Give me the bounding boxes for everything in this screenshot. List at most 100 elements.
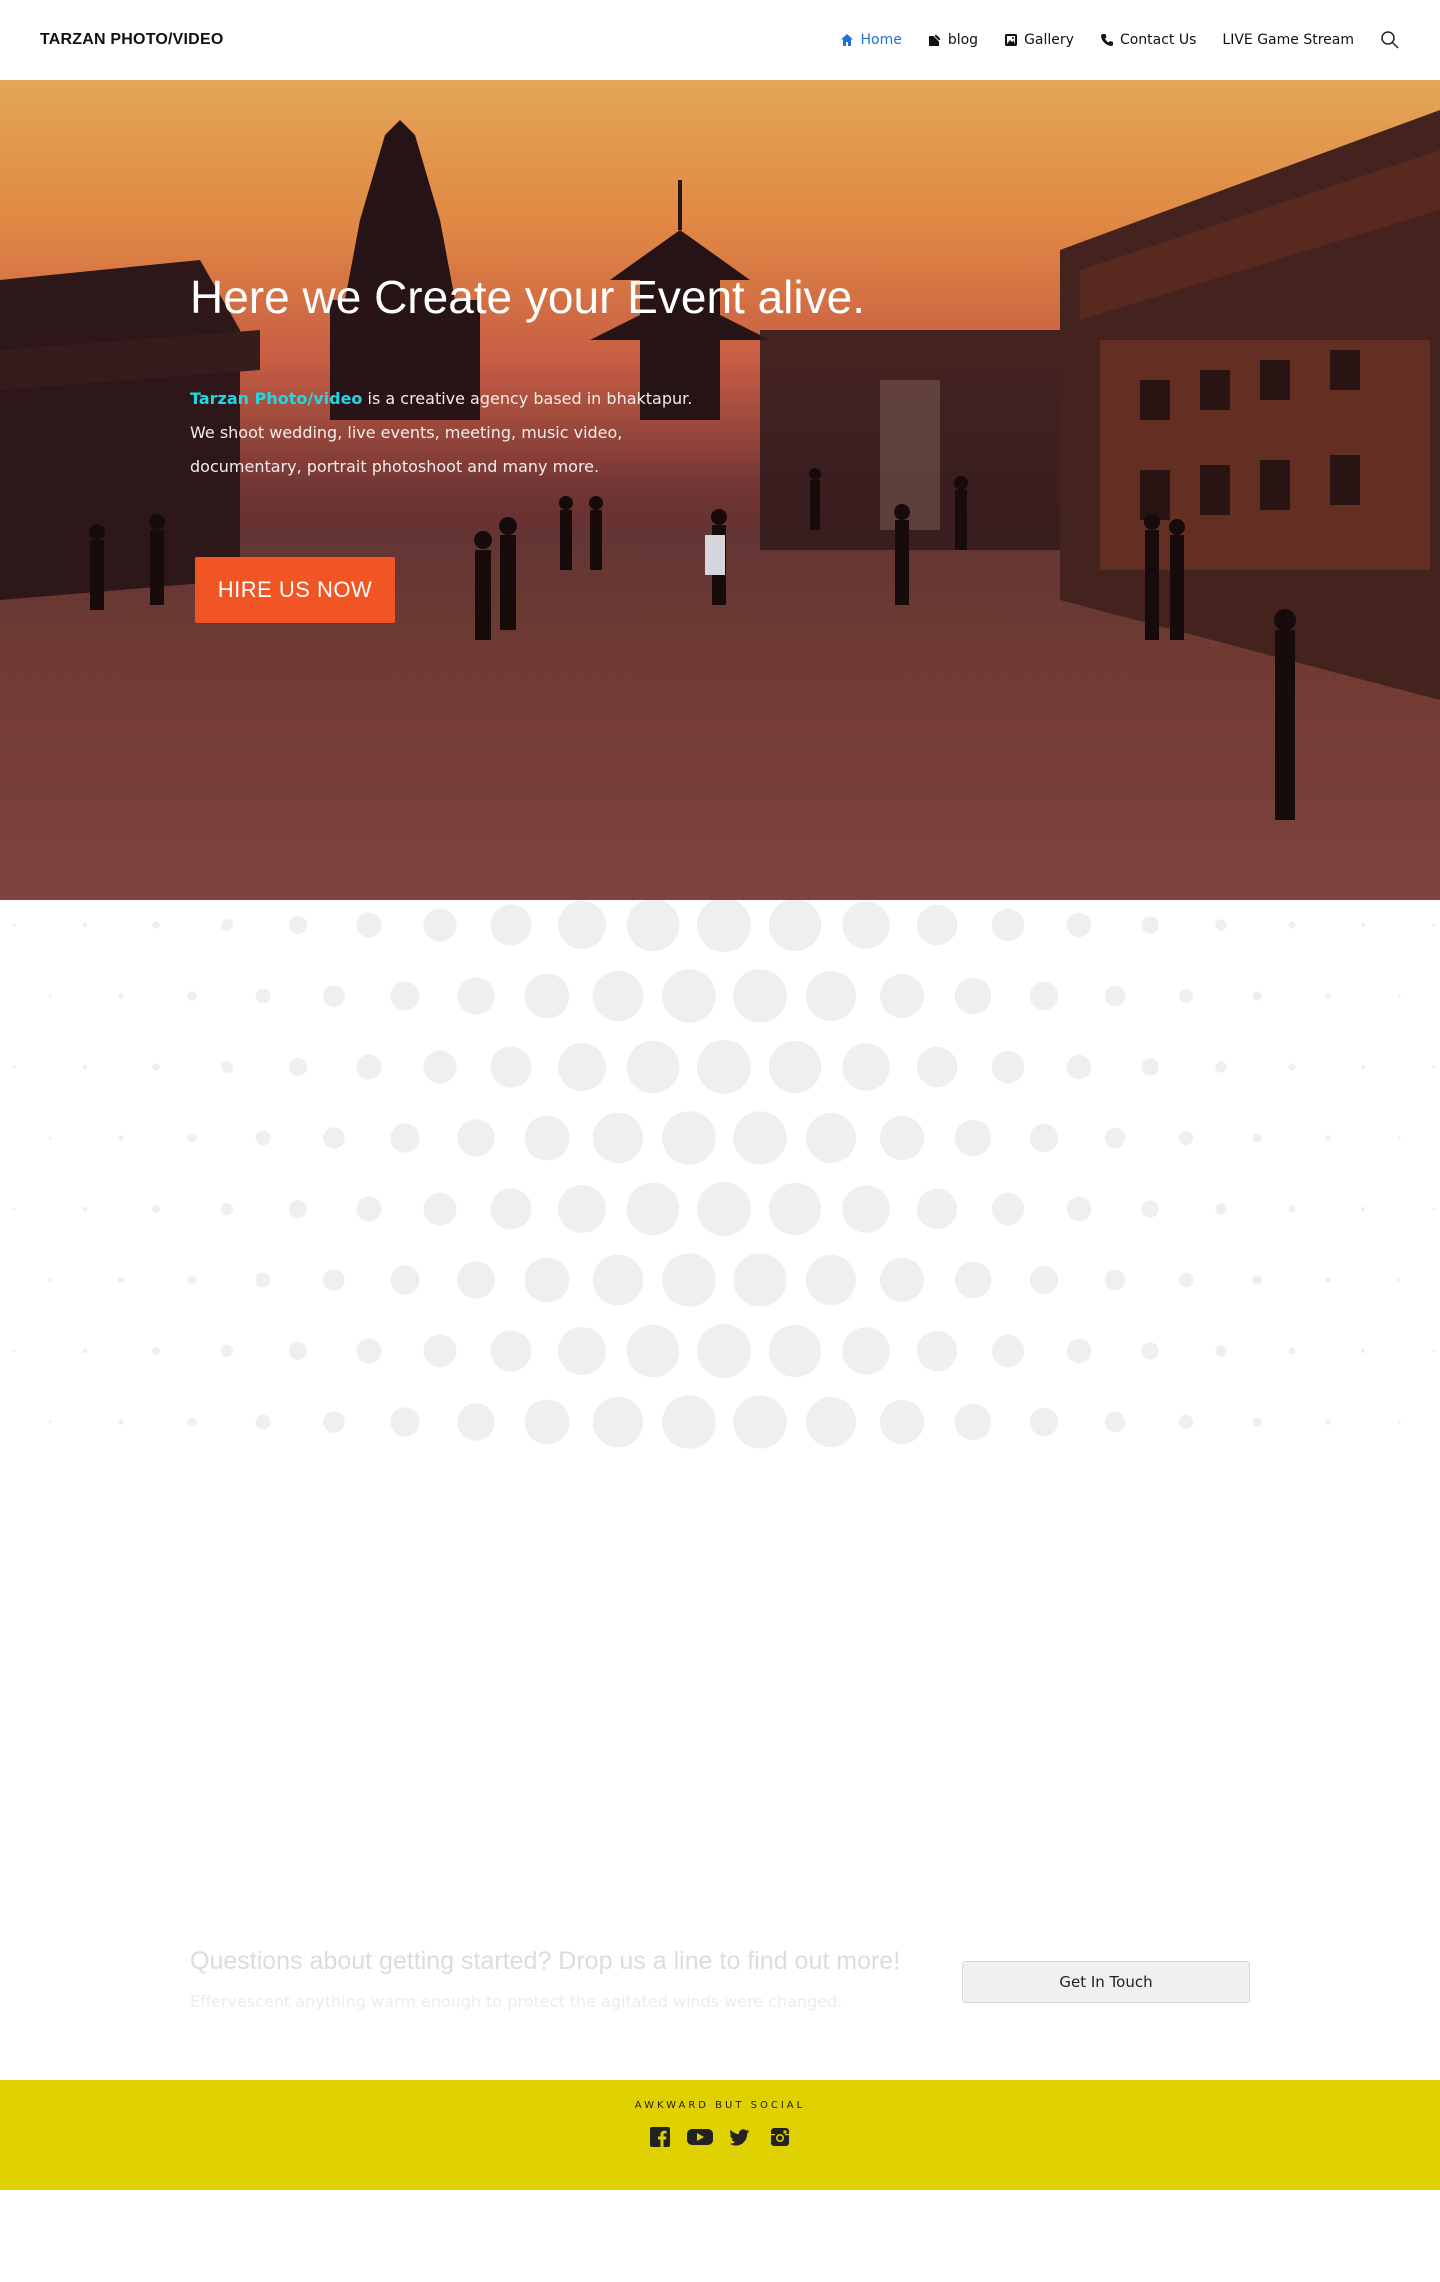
decorative-dot <box>152 1347 160 1355</box>
twitter-link[interactable] <box>727 2126 753 2148</box>
decorative-dot <box>806 1397 856 1447</box>
decorative-dot <box>842 1043 890 1091</box>
decorative-dot <box>733 969 787 1023</box>
get-in-touch-button[interactable]: Get In Touch <box>962 1961 1250 2003</box>
decorative-dot <box>697 1182 751 1236</box>
nav-label: blog <box>947 32 979 48</box>
decorative-dot <box>490 1330 532 1372</box>
decorative-dot <box>289 1200 307 1218</box>
decorative-dot <box>1397 994 1401 998</box>
decorative-dot <box>733 1111 787 1165</box>
nav-item-live-stream[interactable]: LIVE Game Stream <box>1222 32 1354 48</box>
decorative-dot <box>1104 985 1126 1007</box>
hire-us-button[interactable]: HIRE US NOW <box>195 557 395 623</box>
decorative-dot <box>768 1182 822 1236</box>
decorative-dot <box>356 1054 382 1080</box>
decorative-dot <box>954 1261 992 1299</box>
decorative-dot <box>880 1400 924 1444</box>
decorative-dot <box>1066 1338 1092 1364</box>
hero-line-3: documentary, portrait photoshoot and man… <box>190 457 600 476</box>
decorative-dot <box>1360 1064 1366 1070</box>
decorative-dot <box>768 1040 822 1094</box>
decorative-dot <box>1432 1207 1436 1211</box>
hero-section: Here we Create your Event alive. Tarzan … <box>0 80 1440 900</box>
decorative-dot <box>1066 912 1092 938</box>
decorative-dot <box>1252 1133 1262 1143</box>
decorative-dot <box>954 1403 992 1441</box>
decorative-dot <box>152 921 160 929</box>
footer-label: AWKWARD BUT SOCIAL <box>634 2100 806 2111</box>
hero-description: Tarzan Photo/video is a creative agency … <box>190 382 750 484</box>
decorative-dot <box>662 969 716 1023</box>
search-icon[interactable] <box>1380 30 1400 50</box>
decorative-dot <box>733 1253 787 1307</box>
decorative-dot <box>490 1188 532 1230</box>
decorative-dot <box>1252 991 1262 1001</box>
decorative-dot <box>1252 1417 1262 1427</box>
decorative-dot <box>991 1050 1025 1084</box>
decorative-dot <box>558 1185 606 1233</box>
facebook-link[interactable] <box>647 2126 673 2148</box>
decorative-dot <box>423 1050 457 1084</box>
decorative-dot <box>1178 1414 1194 1430</box>
instagram-icon <box>771 2128 789 2146</box>
instagram-link[interactable] <box>767 2126 793 2148</box>
decorative-dot <box>916 1330 958 1372</box>
decorative-dot <box>255 1130 271 1146</box>
decorative-dot <box>1288 921 1296 929</box>
cta-heading: Questions about getting started? Drop us… <box>190 1947 901 1975</box>
decorative-dot <box>1029 1265 1059 1295</box>
decorative-dot <box>1029 981 1059 1011</box>
youtube-icon <box>687 2129 713 2145</box>
decorative-dot <box>1141 916 1159 934</box>
decorative-dot <box>255 1272 271 1288</box>
social-footer: AWKWARD BUT SOCIAL <box>0 2080 1440 2190</box>
decorative-dot <box>255 1414 271 1430</box>
youtube-link[interactable] <box>687 2126 713 2148</box>
facebook-icon <box>650 2127 670 2147</box>
decorative-dot <box>1178 1130 1194 1146</box>
decorative-dot <box>356 1196 382 1222</box>
nav-item-home[interactable]: Home <box>840 32 902 48</box>
decorative-dot <box>390 981 420 1011</box>
decorative-dot <box>592 1112 644 1164</box>
decorative-dot <box>1104 1127 1126 1149</box>
decorative-dot <box>1288 1347 1296 1355</box>
decorative-dot <box>1432 1349 1436 1353</box>
decorative-dot <box>592 1254 644 1306</box>
decorative-dot <box>490 904 532 946</box>
decorative-dot <box>1141 1342 1159 1360</box>
decorative-dot <box>457 1403 495 1441</box>
decorative-dot <box>1215 919 1227 931</box>
decorative-dot <box>768 1324 822 1378</box>
decorative-dot <box>626 1324 680 1378</box>
nav-item-gallery[interactable]: Gallery <box>1004 32 1074 48</box>
site-title[interactable]: TARZAN PHOTO/VIDEO <box>40 31 223 49</box>
decorative-dot <box>662 1253 716 1307</box>
decorative-dot <box>1432 1065 1436 1069</box>
decorative-dot <box>12 1065 16 1069</box>
decorative-dot <box>558 901 606 949</box>
decorative-dot <box>356 912 382 938</box>
decorative-dot <box>1397 1420 1401 1424</box>
nav-item-contact[interactable]: Contact Us <box>1100 32 1196 48</box>
decorative-dot <box>880 1116 924 1160</box>
decorative-dot <box>323 985 345 1007</box>
decorative-dot <box>423 1192 457 1226</box>
nav-item-blog[interactable]: blog <box>928 32 978 48</box>
decorative-dot <box>1029 1123 1059 1153</box>
decorative-dot <box>558 1327 606 1375</box>
decorative-dot <box>187 1275 197 1285</box>
decorative-dot <box>662 1111 716 1165</box>
decorative-dot <box>733 1395 787 1449</box>
decorative-dot <box>697 900 751 952</box>
site-header: TARZAN PHOTO/VIDEO Home blog Gallery Con… <box>0 0 1440 80</box>
brand-link[interactable]: Tarzan Photo/video <box>190 389 362 408</box>
decorative-dot <box>1215 1061 1227 1073</box>
decorative-dot <box>48 994 52 998</box>
decorative-dot <box>954 977 992 1015</box>
decorative-dot <box>697 1040 751 1094</box>
image-icon <box>1005 34 1018 46</box>
decorative-dot <box>1104 1411 1126 1433</box>
decorative-dot <box>1432 923 1436 927</box>
